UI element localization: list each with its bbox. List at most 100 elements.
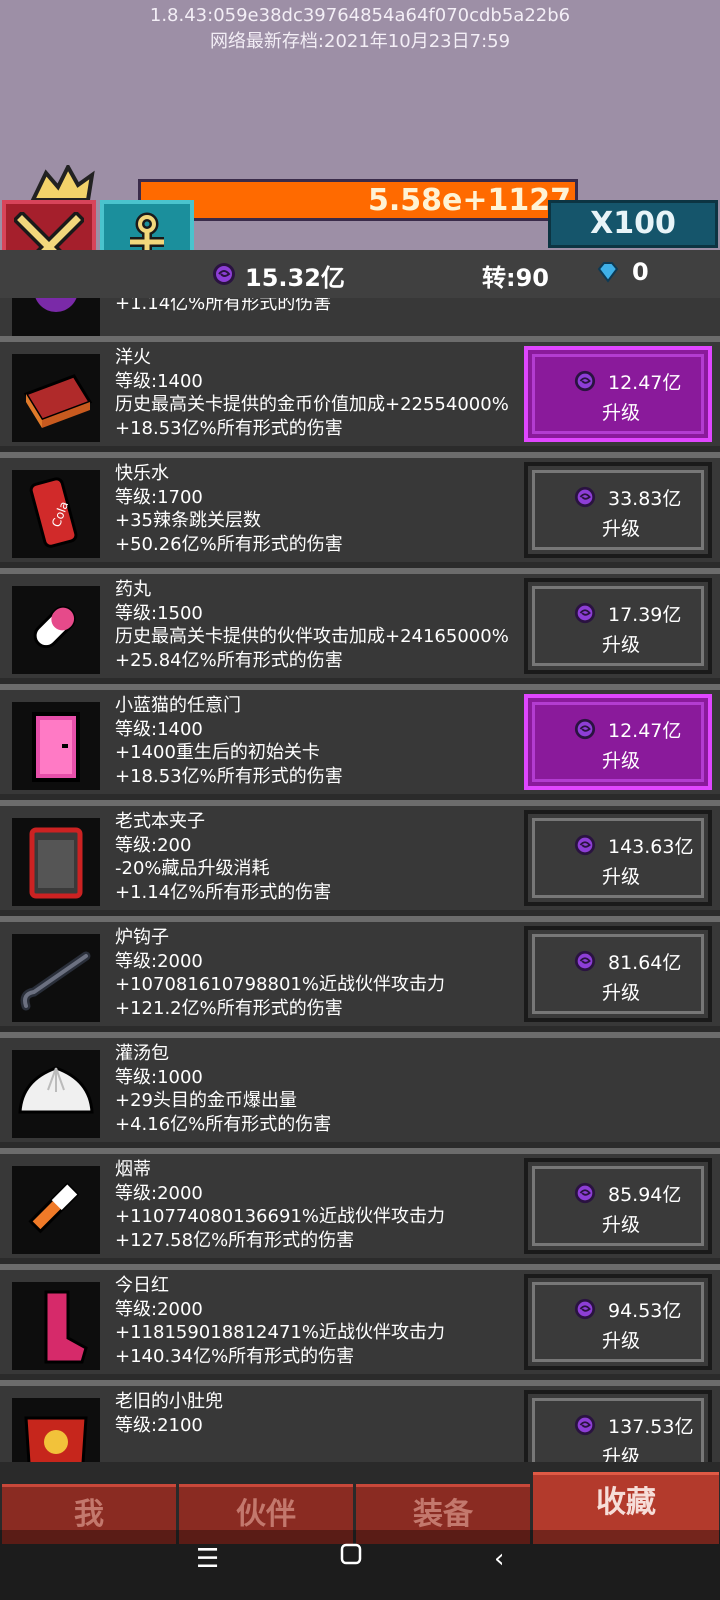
upgrade-button[interactable]: 33.83亿升级 xyxy=(524,462,712,558)
purple-gem-icon xyxy=(213,263,235,285)
upgrade-button[interactable]: 137.53亿升级 xyxy=(524,1390,712,1462)
collection-list[interactable]: 相位能量让你感觉好像似乎略微提升了遇敌速度+1.14亿%所有形式的伤害洋火等级:… xyxy=(0,298,720,1462)
item-thumbnail xyxy=(12,702,100,790)
item-name: 快乐水 xyxy=(115,463,169,484)
upgrade-button[interactable]: 12.47亿升级 xyxy=(524,346,712,442)
item-thumbnail xyxy=(12,818,100,906)
item-damage: +140.34亿%所有形式的伤害 xyxy=(115,1345,355,1367)
item-name: 老旧的小肚兜 xyxy=(115,1391,223,1412)
item-level: 等级:2000 xyxy=(115,950,203,972)
item-damage: +50.26亿%所有形式的伤害 xyxy=(115,533,343,555)
diamond-icon xyxy=(597,262,619,283)
item-effect: +118159018812471%近战伙伴攻击力 xyxy=(115,1322,445,1343)
upgrade-label: 升级 xyxy=(602,1214,641,1236)
item-name: 炉钩子 xyxy=(115,927,169,948)
item-effect: 历史最高关卡提供的伙伴攻击加成+24165000% xyxy=(115,626,509,647)
item-name: 小蓝猫的任意门 xyxy=(115,695,241,716)
upgrade-button[interactable]: 143.63亿升级 xyxy=(524,810,712,906)
item-level: 等级:200 xyxy=(115,834,192,856)
upgrade-label: 升级 xyxy=(602,866,641,888)
upgrade-label: 升级 xyxy=(602,750,641,772)
item-thumbnail xyxy=(12,1282,100,1370)
purple-gem-icon xyxy=(574,602,596,628)
upgrade-button[interactable]: 12.47亿升级 xyxy=(524,694,712,790)
upgrade-label: 升级 xyxy=(602,1446,641,1462)
upgrade-button[interactable]: 81.64亿 升级 xyxy=(524,926,712,1022)
menu-nav-icon[interactable]: ☰ xyxy=(196,1544,219,1574)
upgrade-button[interactable]: 17.39亿 升级 xyxy=(524,578,712,674)
item-thumbnail xyxy=(12,354,100,442)
multiplier-button[interactable]: X100 xyxy=(548,200,718,248)
boss-hp-bar: 5.58e+1127 xyxy=(138,179,578,221)
item-effect: +1400重生后的初始关卡 xyxy=(115,742,320,763)
upgrade-cost: 81.64亿 xyxy=(608,952,682,974)
item-damage: +1.14亿%所有形式的伤害 xyxy=(115,298,332,314)
item-damage: +121.2亿%所有形式的伤害 xyxy=(115,997,343,1019)
item-level: 等级:2000 xyxy=(115,1182,203,1204)
collection-item: 老式本夹子 等级:200 -20%藏品升级消耗 +1.14亿%所有形式的伤害 143.6… xyxy=(0,800,720,910)
item-damage: +25.84亿%所有形式的伤害 xyxy=(115,649,343,671)
item-level: 等级:1400 xyxy=(115,718,203,740)
purple-gem-icon xyxy=(574,370,596,396)
upgrade-label: 升级 xyxy=(602,1330,641,1352)
upgrade-label: 升级 xyxy=(602,518,641,540)
upgrade-cost: 12.47亿 xyxy=(608,720,682,742)
item-name: 今日红 xyxy=(115,1275,169,1296)
purple-gem-icon xyxy=(574,1182,596,1208)
version-text: 1.8.43:059e38dc39764854a64f070cdb5a22b6 xyxy=(149,5,571,26)
collection-item: 今日红 等级:2000 +118159018812471%近战伙伴攻击力 +140.3… xyxy=(0,1264,720,1374)
item-thumbnail xyxy=(12,934,100,1022)
item-damage: +127.58亿%所有形式的伤害 xyxy=(115,1229,355,1251)
upgrade-cost: 12.47亿 xyxy=(608,372,682,394)
item-effect: +35辣条跳关层数 xyxy=(115,510,261,531)
upgrade-label: 升级 xyxy=(602,402,641,424)
save-info-text: 网络最新存档:2021年10月23日7:59 xyxy=(209,31,511,52)
boss-sprite xyxy=(28,162,98,205)
currency-bar: 15.32亿 转:90 0 xyxy=(0,250,720,301)
collection-item: 老旧的小肚兜 等级:2100 137.53亿升级 xyxy=(0,1380,720,1462)
back-nav-icon[interactable]: ‹ xyxy=(494,1544,504,1574)
upgrade-button[interactable]: 94.53亿升级 xyxy=(524,1274,712,1370)
upgrade-cost: 85.94亿 xyxy=(608,1184,682,1206)
item-name: 洋火 xyxy=(115,347,151,368)
upgrade-cost: 137.53亿 xyxy=(608,1416,694,1438)
item-level: 等级:1000 xyxy=(115,1066,203,1088)
item-effect: 历史最高关卡提供的金币价值加成+22554000% xyxy=(115,394,509,415)
item-effect: +107081610798801%近战伙伴攻击力 xyxy=(115,974,445,995)
collection-item: 洋火 等级:1400 历史最高关卡提供的金币价值加成+22554000% +18.53… xyxy=(0,336,720,446)
upgrade-label: 升级 xyxy=(602,634,641,656)
boss-hp-value: 5.58e+1127 xyxy=(368,183,571,218)
item-name: 老式本夹子 xyxy=(115,811,205,832)
item-thumbnail xyxy=(12,586,100,674)
collection-item: Cola 快乐水 等级:1700 +35辣条跳关层数 +50.26亿%所有形式的伤害 33… xyxy=(0,452,720,562)
purple-gem-icon xyxy=(574,950,596,976)
item-level: 等级:1400 xyxy=(115,370,203,392)
item-name: 灌汤包 xyxy=(115,1043,169,1064)
collection-item: 药丸 等级:1500 历史最高关卡提供的伙伴攻击加成+24165000% +25.84… xyxy=(0,568,720,678)
upgrade-cost: 33.83亿 xyxy=(608,488,682,510)
item-level: 等级:1500 xyxy=(115,602,203,624)
collection-item: 灌汤包 等级:1000 +29头目的金币爆出量 +4.16亿%所有形式的伤害 xyxy=(0,1032,720,1142)
item-level: 等级:2000 xyxy=(115,1298,203,1320)
purple-gem-icon xyxy=(574,486,596,512)
home-nav-icon[interactable] xyxy=(340,1542,362,1572)
upgrade-cost: 143.63亿 xyxy=(608,836,694,858)
item-thumbnail xyxy=(12,1398,100,1462)
item-level: 等级:2100 xyxy=(115,1414,203,1436)
item-damage: +18.53亿%所有形式的伤害 xyxy=(115,765,343,787)
system-nav-bar: ☰ ‹ xyxy=(0,1530,720,1600)
upgrade-cost: 94.53亿 xyxy=(608,1300,682,1322)
diamond-amount: 0 xyxy=(632,258,649,286)
upgrade-button[interactable]: 85.94亿升级 xyxy=(524,1158,712,1254)
item-level: 等级:1700 xyxy=(115,486,203,508)
item-effect: +110774080136691%近战伙伴攻击力 xyxy=(115,1206,445,1227)
purple-gem-icon xyxy=(574,1414,596,1440)
collection-item: 小蓝猫的任意门 等级:1400 +1400重生后的初始关卡 +18.53亿%所有形式的… xyxy=(0,684,720,794)
item-thumbnail xyxy=(12,1050,100,1138)
collection-item: 烟蒂 等级:2000 +110774080136691%近战伙伴攻击力 +127.58… xyxy=(0,1148,720,1258)
rebirth-count: 转:90 xyxy=(482,264,549,292)
purple-gem-icon xyxy=(574,1298,596,1324)
item-damage: +1.14亿%所有形式的伤害 xyxy=(115,881,332,903)
item-damage: +4.16亿%所有形式的伤害 xyxy=(115,1113,332,1135)
item-thumbnail: Cola xyxy=(12,470,100,558)
